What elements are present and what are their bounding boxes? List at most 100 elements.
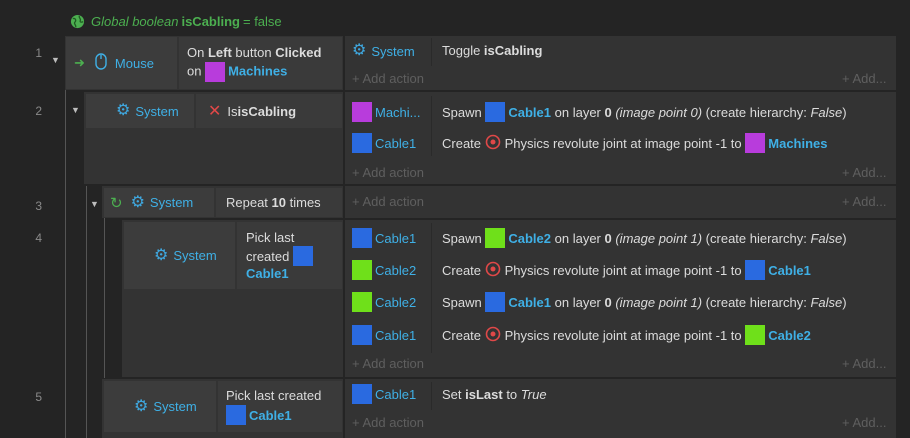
condition-object-system[interactable]: ⚙ System	[86, 94, 194, 128]
cable1-icon	[352, 133, 372, 153]
event-5-actions	[345, 379, 896, 438]
object-name: Cable1	[508, 294, 552, 310]
object-name: Cable1	[508, 104, 552, 120]
physics-icon	[485, 326, 501, 345]
condition-object-system[interactable]: ⚙ System	[124, 222, 235, 289]
add-button[interactable]: + Add...	[842, 415, 886, 430]
gear-icon: ⚙	[154, 246, 169, 264]
nesting-line	[65, 90, 66, 438]
action-object-system[interactable]: ⚙ System	[352, 41, 415, 61]
act-text: Physics revolute joint at image point -1…	[504, 135, 746, 151]
act-text: False	[810, 230, 843, 246]
cable2-icon	[352, 260, 372, 280]
action-set-var[interactable]: Set isLast to True	[442, 384, 547, 404]
cond-text: On	[187, 44, 208, 60]
cond-text: on	[187, 62, 206, 78]
event-number: 1	[35, 46, 42, 60]
action-spawn[interactable]: Spawn Cable2 on layer 0 (image point 1) …	[442, 228, 847, 248]
nesting-line	[104, 218, 105, 378]
action-object[interactable]: Cable2	[352, 260, 416, 280]
object-name: Cable1	[249, 407, 292, 423]
add-button[interactable]: + Add...	[842, 165, 886, 180]
object-name: Machines	[228, 62, 288, 78]
condition-on-click[interactable]: On Left button Clicked on Machines	[179, 37, 342, 89]
cable1-icon	[485, 102, 506, 122]
action-create-joint[interactable]: Create Physics revolute joint at image p…	[442, 325, 811, 345]
act-text: Create	[442, 327, 485, 343]
act-text: Spawn	[442, 104, 482, 120]
condition-object-system[interactable]: ↻ ⚙ System	[104, 188, 214, 217]
condition-is-cabling[interactable]: ✕ Is isCabling	[196, 94, 342, 128]
condition-object-mouse[interactable]: ➜ Mouse	[66, 37, 177, 89]
object-name: Cable2	[375, 262, 417, 278]
act-text: Physics revolute joint at image point -1…	[504, 262, 746, 278]
action-spawn[interactable]: Spawn Cable1 on layer 0 (image point 1) …	[442, 292, 847, 312]
cable1-icon	[352, 325, 372, 345]
condition-object-system[interactable]: ⚙ System	[104, 381, 216, 432]
collapse-arrow-icon[interactable]: ▼	[51, 55, 60, 65]
collapse-arrow-icon[interactable]: ▼	[71, 105, 80, 115]
cable1-icon	[352, 228, 372, 248]
cable2-icon	[352, 292, 372, 312]
act-text: Create	[442, 262, 485, 278]
cond-text: button	[231, 44, 276, 60]
act-text: True	[520, 386, 547, 402]
event-number: 2	[35, 104, 42, 118]
invert-x-icon: ✕	[208, 103, 222, 120]
gear-icon: ⚙	[352, 42, 367, 59]
add-action-button[interactable]: + Add action	[352, 356, 424, 371]
machines-icon	[205, 61, 226, 82]
act-text: Toggle	[442, 43, 484, 58]
global-name: isCabling	[181, 13, 240, 29]
action-spawn[interactable]: Spawn Cable1 on layer 0 (image point 0) …	[442, 102, 847, 122]
add-button[interactable]: + Add...	[842, 194, 886, 209]
cable1-icon	[293, 246, 313, 266]
machines-icon	[745, 133, 766, 153]
machines-icon	[352, 102, 372, 122]
add-button[interactable]: + Add...	[842, 356, 886, 371]
cond-text: Pick last created	[226, 388, 322, 403]
condition-pick-last[interactable]: Pick last created Cable1	[218, 381, 342, 432]
global-value: = false	[242, 13, 282, 29]
global-variable-row[interactable]: Global boolean isCabling = false	[70, 11, 282, 31]
gear-icon: ⚙	[116, 102, 131, 119]
event-3-actions	[345, 186, 896, 218]
add-action-button[interactable]: + Add action	[352, 194, 424, 209]
object-name: Cable2	[375, 294, 417, 310]
action-object[interactable]: Cable1	[352, 133, 416, 153]
add-action-button[interactable]: + Add action	[352, 165, 424, 180]
object-name: System	[173, 248, 217, 263]
action-create-joint[interactable]: Create Physics revolute joint at image p…	[442, 260, 811, 280]
cable1-icon	[352, 384, 372, 404]
divider	[431, 223, 432, 353]
gear-icon: ⚙	[134, 397, 149, 415]
act-text: 0	[604, 230, 612, 246]
act-text: isLast	[465, 386, 503, 402]
object-name: Cable1	[246, 266, 289, 281]
object-name: Cable1	[375, 386, 417, 402]
cond-text: Left	[207, 44, 232, 60]
action-object[interactable]: Cable1	[352, 384, 416, 404]
collapse-arrow-icon[interactable]: ▼	[90, 199, 99, 209]
add-button[interactable]: + Add...	[842, 71, 886, 86]
action-object[interactable]: Machi...	[352, 102, 421, 122]
add-action-button[interactable]: + Add action	[352, 71, 424, 86]
add-action-button[interactable]: + Add action	[352, 415, 424, 430]
act-text: on layer	[551, 104, 605, 120]
condition-repeat[interactable]: Repeat 10 times	[216, 188, 342, 217]
action-object[interactable]: Cable1	[352, 228, 416, 248]
condition-pick-last[interactable]: Pick last created Cable1	[237, 222, 342, 289]
cond-text: Is	[227, 103, 238, 119]
action-object[interactable]: Cable2	[352, 292, 416, 312]
action-create-joint[interactable]: Create Physics revolute joint at image p…	[442, 133, 828, 153]
mouse-icon	[95, 53, 107, 73]
act-text: )	[842, 230, 847, 246]
object-name: System	[371, 43, 415, 59]
action-toggle[interactable]: Toggle isCabling	[442, 43, 542, 58]
object-name: Cable1	[768, 262, 811, 278]
act-text: (create hierarchy:	[702, 294, 811, 310]
action-object[interactable]: Cable1	[352, 325, 416, 345]
cond-text: Clicked	[275, 44, 322, 60]
cond-text: Pick last	[246, 230, 295, 245]
nesting-line	[86, 186, 87, 438]
